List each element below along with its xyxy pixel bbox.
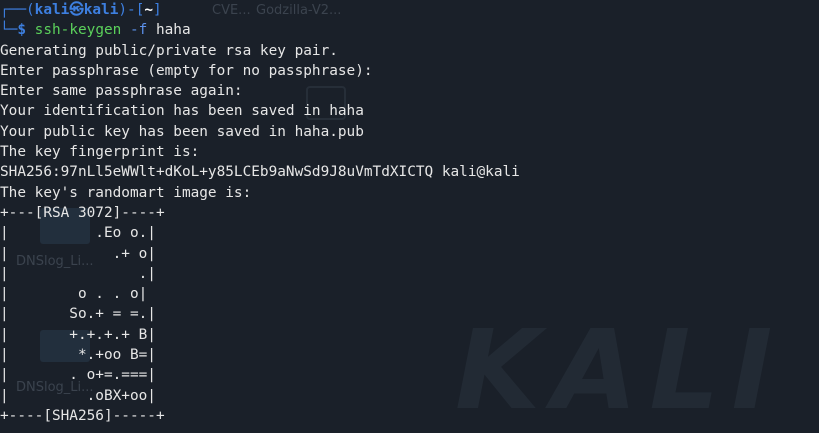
output-line: Your public key has been saved in haha.p… xyxy=(0,123,364,140)
output-line: | +.+.+.+ B| xyxy=(0,326,156,343)
output-line: Generating public/private rsa key pair. xyxy=(0,42,338,59)
prompt-corner-bottom: └─ xyxy=(0,22,18,39)
prompt-user: kali xyxy=(34,2,70,18)
prompt-corner: ┌──( xyxy=(0,2,35,18)
command-argument: haha xyxy=(155,22,191,39)
terminal-window[interactable]: CVE... Godzilla-V2... DNSlog_Li... DNSlo… xyxy=(0,0,819,433)
prompt-separator: )-[ xyxy=(118,2,145,18)
terminal-screen: ┌──(kali㉿kali)-[~] └─$ ssh-keygen -f hah… xyxy=(0,0,819,426)
command-flag: -f xyxy=(129,22,148,39)
prompt-dollar: $ xyxy=(17,22,26,39)
output-line: Your identification has been saved in ha… xyxy=(0,103,364,120)
prompt-close-bracket: ] xyxy=(153,2,162,18)
output-line: | .Eo o.| xyxy=(0,225,156,242)
output-line: The key's randomart image is: xyxy=(0,184,252,201)
output-line: | .+ o| xyxy=(0,245,156,262)
output-line: +----[SHA256]-----+ xyxy=(0,407,165,424)
output-line: | *.+oo B=| xyxy=(0,347,156,364)
command-output: Generating public/private rsa key pair. E… xyxy=(0,41,819,427)
output-line: | So.+ = =.| xyxy=(0,306,156,323)
command-name: ssh-keygen xyxy=(34,22,122,39)
prompt-path: ~ xyxy=(144,2,154,18)
output-line: Enter same passphrase again: xyxy=(0,83,243,100)
prompt-at-symbol: ㉿ xyxy=(69,2,84,18)
output-line: | .| xyxy=(0,265,156,282)
prompt-line-command: └─$ ssh-keygen -f haha xyxy=(0,20,819,40)
output-line: | . o+=.===| xyxy=(0,367,156,384)
output-line: | .oBX+oo| xyxy=(0,387,156,404)
prompt-line-top: ┌──(kali㉿kali)-[~] xyxy=(0,0,819,20)
output-line: +---[RSA 3072]----+ xyxy=(0,204,165,221)
output-line: Enter passphrase (empty for no passphras… xyxy=(0,62,373,79)
output-line: | o . . o| xyxy=(0,286,148,303)
prompt-host: kali xyxy=(83,2,119,18)
output-line: The key fingerprint is: xyxy=(0,144,200,161)
output-line: SHA256:97nLl5eWWlt+dKoL+y85LCEb9aNwSd9J8… xyxy=(0,164,520,181)
